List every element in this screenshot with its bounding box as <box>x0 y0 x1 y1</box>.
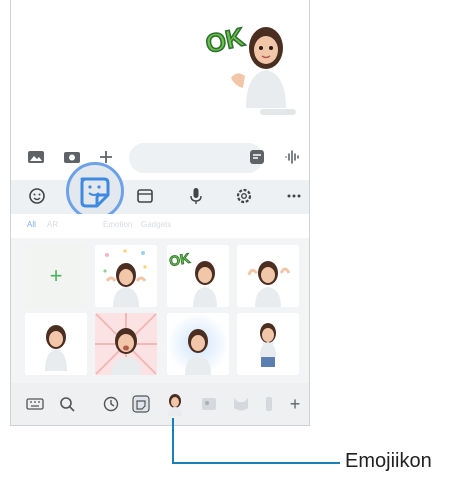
keyboard-icon[interactable] <box>25 394 45 414</box>
callout-line <box>172 462 340 464</box>
recent-icon[interactable] <box>101 394 121 414</box>
sticker-item[interactable] <box>237 313 299 375</box>
sticker-field-icon[interactable] <box>248 148 266 166</box>
more-icon[interactable] <box>283 185 305 207</box>
emoji-icon[interactable] <box>26 185 48 207</box>
add-icon[interactable]: + <box>285 394 305 414</box>
search-icon[interactable] <box>57 394 77 414</box>
pack-icon-1[interactable] <box>199 394 219 414</box>
sticker-item[interactable] <box>237 245 299 307</box>
pack-icon-2[interactable] <box>231 394 251 414</box>
sticker-item[interactable] <box>25 313 87 375</box>
sticker-item[interactable] <box>167 313 229 375</box>
image-icon[interactable] <box>27 148 45 166</box>
tab-emotion[interactable]: Emotion <box>103 220 132 230</box>
sent-sticker[interactable]: OK <box>201 8 301 108</box>
sticker-button[interactable] <box>66 162 124 220</box>
tab-ar[interactable]: AR <box>47 220 58 230</box>
sticker-tab-icon[interactable] <box>131 394 151 414</box>
mic-icon[interactable] <box>185 185 207 207</box>
sticker-item[interactable]: OK <box>167 245 229 307</box>
gif-icon[interactable] <box>134 185 156 207</box>
sticker-item[interactable] <box>95 245 157 307</box>
tab-all[interactable]: All <box>27 220 36 230</box>
messaging-screen: OK All AR Emotion Gadgets + OK + <box>10 0 310 426</box>
add-icon: + <box>49 263 63 288</box>
settings-icon[interactable] <box>233 185 255 207</box>
message-input[interactable] <box>129 143 263 173</box>
voice-icon[interactable] <box>283 148 301 166</box>
chat-area: OK <box>11 0 309 138</box>
camera-icon[interactable] <box>63 148 81 166</box>
add-sticker-cell[interactable]: + <box>25 245 87 307</box>
sticker-icon <box>80 177 110 208</box>
svg-text:OK: OK <box>203 21 248 58</box>
sticker-item[interactable] <box>95 313 157 375</box>
callout-line <box>172 418 174 464</box>
callout-label: Emojiikon <box>345 450 432 472</box>
ar-emoji-icon[interactable] <box>163 392 187 416</box>
pack-icon-3[interactable] <box>259 394 279 414</box>
keyboard-toolbar <box>11 180 309 214</box>
sent-timestamp <box>260 109 296 115</box>
tab-gadgets[interactable]: Gadgets <box>141 220 171 230</box>
